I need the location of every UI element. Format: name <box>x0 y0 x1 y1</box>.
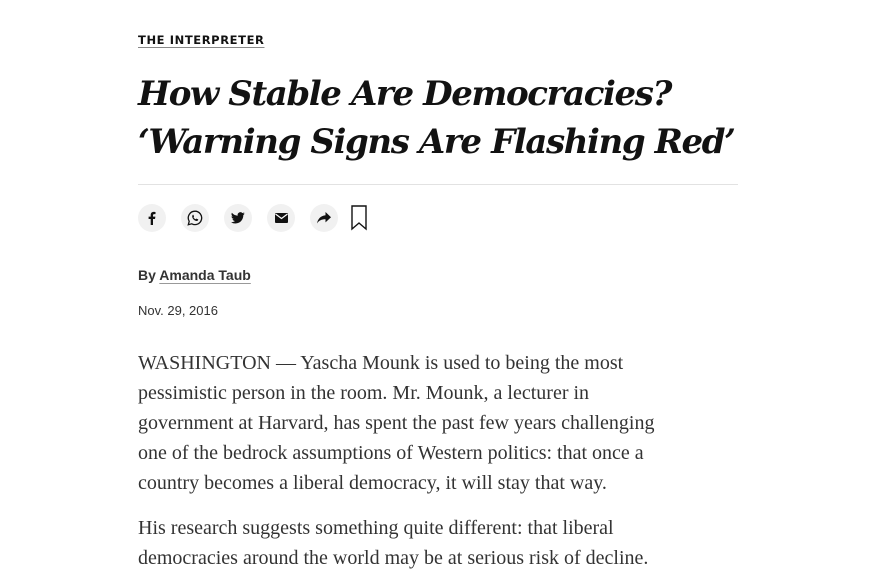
save-article-button[interactable] <box>350 204 368 232</box>
facebook-icon <box>148 211 156 225</box>
section-kicker-link[interactable]: THE INTERPRETER <box>138 33 264 47</box>
paragraph-line: country becomes a liberal democracy, it … <box>138 472 607 494</box>
share-twitter-button[interactable] <box>224 204 252 232</box>
whatsapp-icon <box>187 210 203 226</box>
paragraph-line: WASHINGTON — Yascha Mounk is used to bei… <box>138 352 624 374</box>
share-email-button[interactable] <box>267 204 295 232</box>
byline-prefix: By <box>138 267 156 283</box>
author-link[interactable]: Amanda Taub <box>159 267 251 283</box>
twitter-icon <box>231 212 245 224</box>
share-toolbar <box>138 203 368 233</box>
divider <box>138 184 738 185</box>
bookmark-icon <box>351 205 367 231</box>
byline: By Amanda Taub <box>138 267 251 283</box>
share-whatsapp-button[interactable] <box>181 204 209 232</box>
headline: How Stable Are Democracies? ‘Warning Sig… <box>138 70 738 166</box>
paragraph-line: His research suggests something quite di… <box>138 517 614 539</box>
share-more-button[interactable] <box>310 204 338 232</box>
share-facebook-button[interactable] <box>138 204 166 232</box>
article-paragraph: WASHINGTON — Yascha Mounk is used to bei… <box>138 348 738 498</box>
article-paragraph: His research suggests something quite di… <box>138 513 738 573</box>
email-icon <box>274 213 288 223</box>
paragraph-line: democracies around the world may be at s… <box>138 547 649 569</box>
paragraph-line: government at Harvard, has spent the pas… <box>138 412 655 434</box>
paragraph-line: pessimistic person in the room. Mr. Moun… <box>138 382 590 404</box>
publish-date: Nov. 29, 2016 <box>138 303 218 318</box>
headline-line: How Stable Are Democracies? <box>138 74 672 114</box>
headline-line: ‘Warning Signs Are Flashing Red’ <box>138 122 736 162</box>
share-icon <box>317 212 331 224</box>
paragraph-line: one of the bedrock assumptions of Wester… <box>138 442 644 464</box>
